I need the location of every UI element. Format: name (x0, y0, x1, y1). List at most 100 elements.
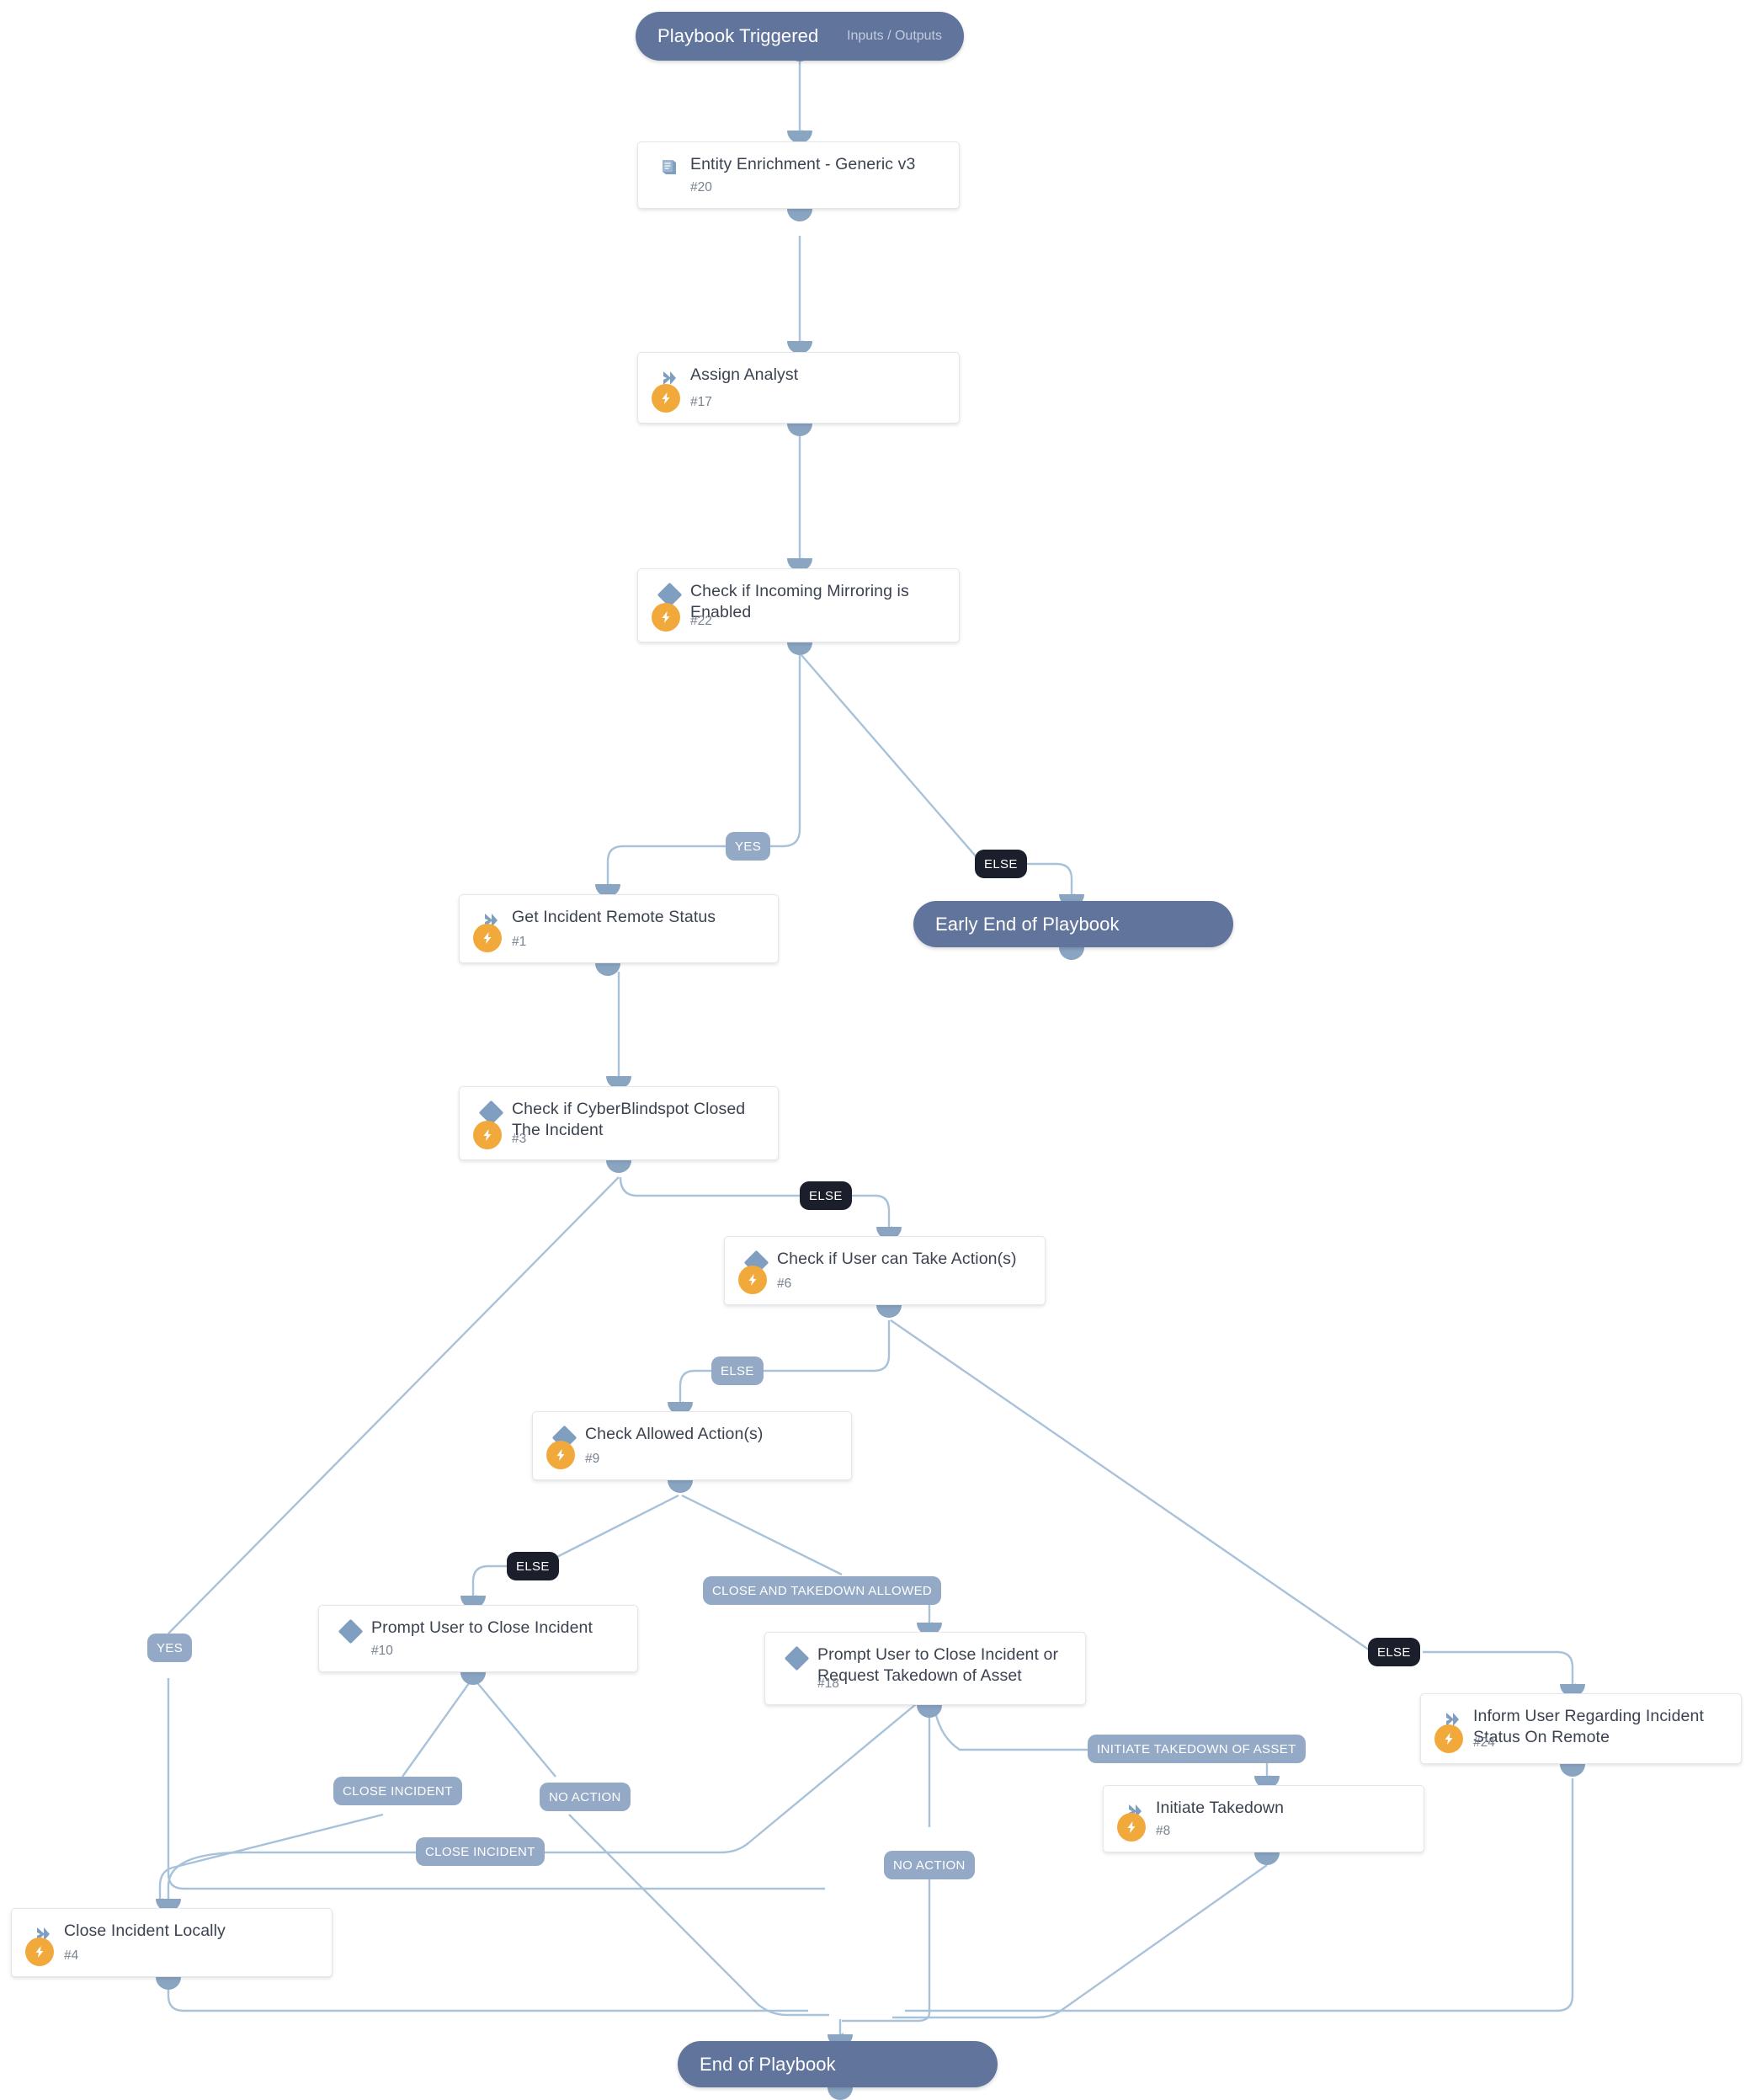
transition-label-text: CLOSE INCIDENT (425, 1844, 535, 1859)
edge-8-to-end (892, 1864, 1268, 2019)
transition-label-text: ELSE (1377, 1644, 1411, 1660)
node-title: Get Incident Remote Status (512, 908, 716, 926)
terminal-playbook-triggered[interactable]: Playbook Triggered Inputs / Outputs (636, 12, 964, 61)
terminal-title: Playbook Triggered (657, 25, 819, 46)
transition-label-close-and-takedown-allowed[interactable]: CLOSE AND TAKEDOWN ALLOWED (703, 1576, 942, 1605)
transition-label-text: ELSE (721, 1363, 754, 1378)
port-18-out (917, 1705, 942, 1718)
terminal-title: Early End of Playbook (935, 913, 1120, 935)
node-entity-enrichment[interactable]: Entity Enrichment - Generic v3 #20 (637, 141, 960, 209)
lightning-badge-icon (473, 924, 502, 952)
node-number: #17 (690, 395, 712, 409)
node-assign-analyst[interactable]: Assign Analyst #17 (637, 352, 960, 424)
node-get-incident-remote-status[interactable]: Get Incident Remote Status #1 (459, 894, 779, 963)
port-earlyend-out (1059, 947, 1084, 960)
transition-label-text: ELSE (984, 856, 1018, 871)
edge-9-ctk-a (681, 1494, 843, 1576)
transition-label-close-incident-18[interactable]: CLOSE INCIDENT (416, 1837, 545, 1866)
transition-label-yes-6[interactable]: ELSE (711, 1356, 764, 1385)
transition-label-text: YES (735, 839, 762, 854)
transition-label-yes-3[interactable]: YES (147, 1634, 193, 1662)
node-title: Check if Incoming Mirroring is Enabled (690, 582, 909, 621)
port-6-out (876, 1305, 902, 1318)
node-number: #24 (1473, 1735, 1495, 1750)
node-close-incident-locally[interactable]: Close Incident Locally #4 (11, 1908, 333, 1977)
port-1-out (595, 963, 620, 976)
node-number: #18 (817, 1676, 839, 1691)
lightning-badge-icon (546, 1441, 575, 1469)
node-number: #3 (512, 1132, 527, 1146)
lightning-badge-icon (473, 1121, 502, 1149)
node-number: #22 (690, 614, 712, 628)
lightning-badge-icon (25, 1937, 54, 1966)
transition-label-yes-22[interactable]: YES (726, 832, 771, 861)
node-inform-user-incident-status[interactable]: Inform User Regarding Incident Status On… (1420, 1693, 1742, 1764)
terminal-title: End of Playbook (700, 2053, 836, 2075)
port-8-out (1254, 1852, 1280, 1865)
transition-label-text: CLOSE AND TAKEDOWN ALLOWED (712, 1583, 933, 1598)
node-number: #9 (585, 1452, 600, 1466)
node-title: Inform User Regarding Incident Status On… (1473, 1707, 1704, 1746)
transition-label-text: ELSE (809, 1188, 843, 1203)
transition-label-else-9[interactable]: ELSE (507, 1552, 559, 1580)
node-title: Check Allowed Action(s) (585, 1425, 764, 1443)
node-title: Entity Enrichment - Generic v3 (690, 155, 916, 173)
transition-label-text: ELSE (516, 1559, 550, 1574)
terminal-end-of-playbook[interactable]: End of Playbook (678, 2041, 998, 2087)
lightning-badge-icon (652, 384, 680, 413)
lightning-badge-icon (1434, 1724, 1463, 1753)
node-check-allowed-actions[interactable]: Check Allowed Action(s) #9 (532, 1411, 852, 1480)
diamond-icon (784, 1645, 809, 1671)
node-number: #10 (371, 1644, 393, 1658)
node-number: #8 (1156, 1824, 1171, 1838)
port-4-out (156, 1977, 181, 1990)
port-end-out (828, 2087, 853, 2100)
node-number: #6 (777, 1277, 792, 1291)
port-20-out (787, 209, 812, 221)
lightning-badge-icon (652, 603, 680, 632)
port-17-out (787, 424, 812, 436)
edge-9-else-a (538, 1494, 679, 1568)
edge-10-noact-b (568, 1814, 829, 2017)
transition-label-else-6[interactable]: ELSE (1368, 1638, 1420, 1666)
port-10-out (460, 1672, 486, 1685)
node-check-cyberblindspot-closed[interactable]: Check if CyberBlindspot Closed The Incid… (459, 1086, 779, 1160)
playbook-canvas: Playbook Triggered Inputs / Outputs Enti… (0, 0, 1751, 2100)
transition-label-no-action-18[interactable]: NO ACTION (884, 1851, 975, 1879)
edge-22-else-a (801, 654, 977, 858)
transition-label-initiate-takedown-of-asset[interactable]: INITIATE TAKEDOWN OF ASSET (1088, 1735, 1306, 1763)
transition-label-text: YES (157, 1640, 184, 1655)
lightning-badge-icon (1117, 1813, 1146, 1841)
node-title: Prompt User to Close Incident (371, 1618, 593, 1637)
transition-label-else-3[interactable]: ELSE (800, 1181, 852, 1210)
edge-22-yes-b (605, 845, 726, 890)
node-check-incoming-mirroring[interactable]: Check if Incoming Mirroring is Enabled #… (637, 568, 960, 642)
node-title: Prompt User to Close Incident or Request… (817, 1645, 1059, 1685)
node-title: Close Incident Locally (64, 1921, 226, 1940)
transition-label-text: CLOSE INCIDENT (343, 1783, 453, 1799)
diamond-icon (338, 1618, 363, 1644)
node-check-user-can-take-actions[interactable]: Check if User can Take Action(s) #6 (724, 1236, 1046, 1305)
transition-label-close-incident-10[interactable]: CLOSE INCIDENT (333, 1777, 462, 1805)
port-3-out (606, 1160, 631, 1173)
book-icon (657, 155, 682, 180)
transition-label-else-22[interactable]: ELSE (975, 850, 1027, 878)
node-prompt-user-close-incident[interactable]: Prompt User to Close Incident #10 (318, 1605, 638, 1672)
edge-3-else-a (619, 1176, 800, 1197)
edge-10-close-a (402, 1679, 472, 1778)
edge-6-yes-a (756, 1320, 891, 1372)
transition-label-no-action-10[interactable]: NO ACTION (540, 1783, 631, 1811)
edge-layer (157, 61, 1576, 2039)
node-number: #1 (512, 935, 527, 949)
edge-9-else-b (471, 1564, 508, 1602)
terminal-early-end-of-playbook[interactable]: Early End of Playbook (913, 901, 1233, 947)
terminal-subtitle: Inputs / Outputs (847, 29, 942, 43)
node-title: Initiate Takedown (1156, 1799, 1285, 1817)
port-22-out (787, 642, 812, 655)
lightning-badge-icon (738, 1266, 767, 1294)
port-24-out (1560, 1764, 1585, 1777)
node-number: #4 (64, 1948, 79, 1963)
node-initiate-takedown[interactable]: Initiate Takedown #8 (1103, 1785, 1424, 1852)
edge-6-yes-b (678, 1369, 711, 1408)
node-prompt-user-close-or-takedown[interactable]: Prompt User to Close Incident or Request… (764, 1632, 1086, 1705)
